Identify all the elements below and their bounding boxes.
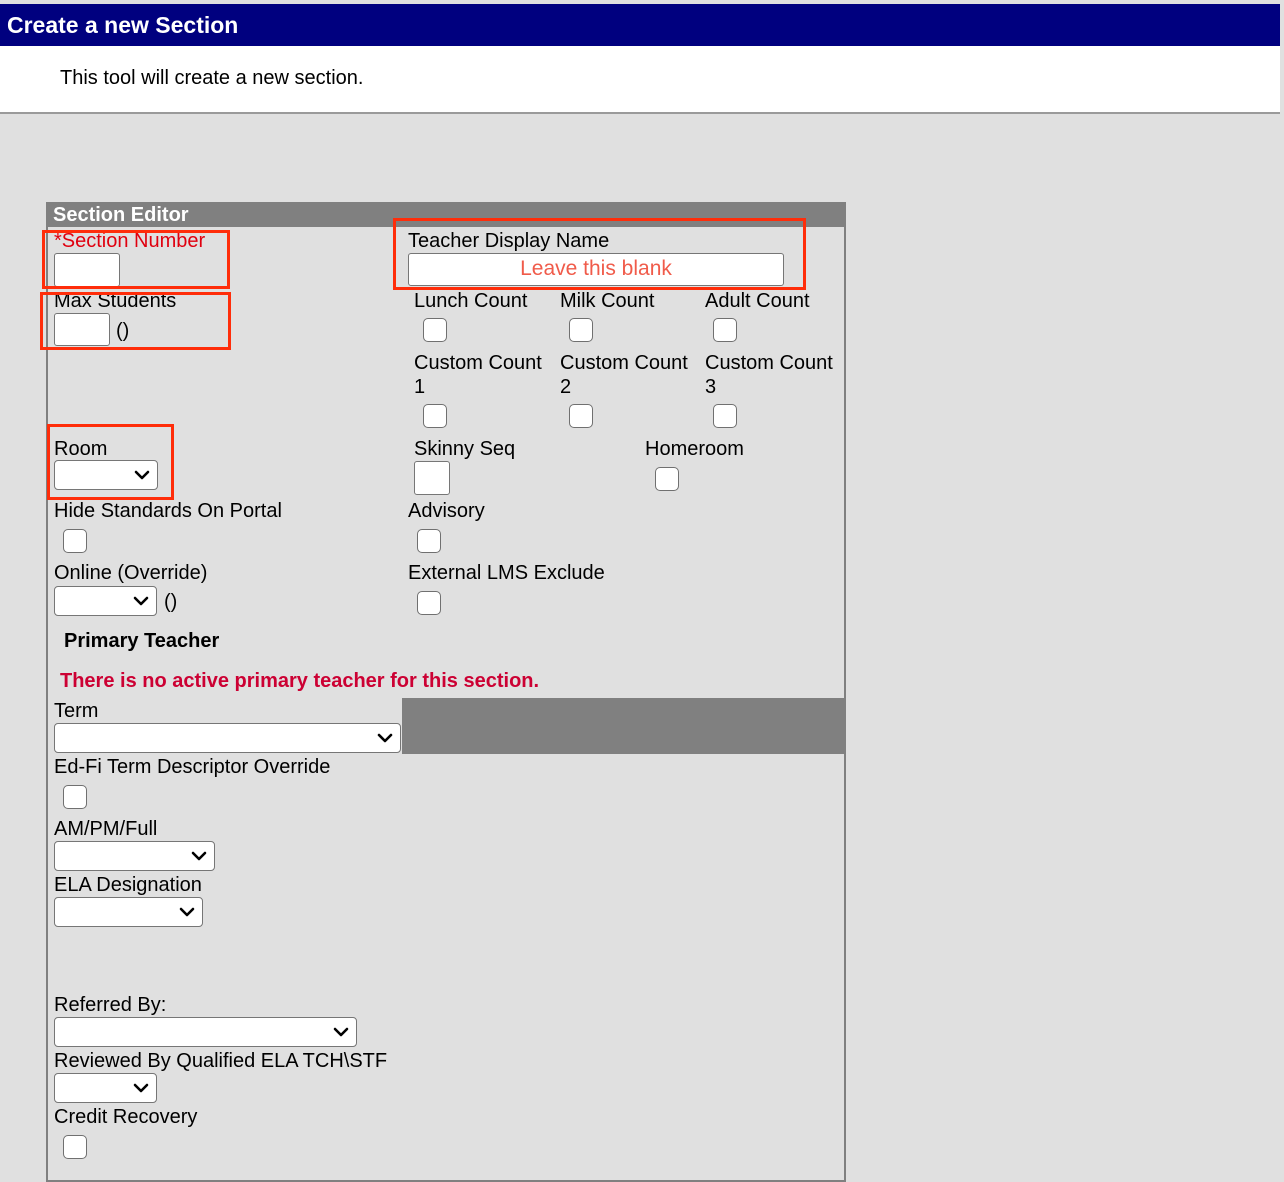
referred-by-select[interactable] — [54, 1017, 357, 1047]
annotation-box-room — [47, 424, 174, 500]
custom-count-1-checkbox[interactable] — [423, 404, 447, 428]
page-header: Create a new Section — [0, 4, 1280, 46]
hide-standards-label: Hide Standards On Portal — [54, 500, 282, 522]
am-pm-full-label: AM/PM/Full — [54, 818, 158, 840]
reviewed-by-select[interactable] — [54, 1073, 157, 1103]
ela-designation-label: ELA Designation — [54, 874, 202, 896]
am-pm-full-select[interactable] — [54, 841, 215, 871]
edfi-term-checkbox[interactable] — [63, 785, 87, 809]
no-primary-teacher-warning: There is no active primary teacher for t… — [60, 670, 540, 692]
external-lms-exclude-checkbox[interactable] — [417, 591, 441, 615]
custom-count-1-number: 1 — [414, 376, 426, 398]
intro-text: This tool will create a new section. — [60, 67, 364, 89]
hide-standards-checkbox[interactable] — [63, 529, 87, 553]
custom-count-3-checkbox[interactable] — [713, 404, 737, 428]
referred-by-label: Referred By: — [54, 994, 167, 1016]
online-override-select[interactable] — [54, 586, 157, 616]
intro-panel: This tool will create a new section. — [0, 46, 1280, 114]
custom-count-2-checkbox[interactable] — [569, 404, 593, 428]
reviewed-by-label: Reviewed By Qualified ELA TCH\STF — [54, 1050, 388, 1072]
credit-recovery-label: Credit Recovery — [54, 1106, 198, 1128]
adult-count-label: Adult Count — [705, 290, 810, 312]
chevron-down-icon — [133, 596, 149, 606]
homeroom-checkbox[interactable] — [655, 467, 679, 491]
chevron-down-icon — [179, 907, 195, 917]
term-label: Term — [54, 700, 99, 722]
chevron-down-icon — [191, 851, 207, 861]
advisory-label: Advisory — [408, 500, 485, 522]
custom-count-3-label: Custom Count — [705, 352, 833, 374]
chevron-down-icon — [133, 1083, 149, 1093]
homeroom-label: Homeroom — [645, 438, 744, 460]
online-override-suffix: () — [164, 591, 178, 613]
chevron-down-icon — [377, 733, 393, 743]
ela-designation-select[interactable] — [54, 897, 203, 927]
custom-count-2-number: 2 — [560, 376, 572, 398]
annotation-box-teacher-display-name — [393, 218, 806, 290]
primary-teacher-heading: Primary Teacher — [64, 630, 220, 652]
milk-count-label: Milk Count — [560, 290, 655, 312]
page-title: Create a new Section — [7, 12, 239, 38]
edfi-term-label: Ed-Fi Term Descriptor Override — [54, 756, 331, 778]
custom-count-3-number: 3 — [705, 376, 717, 398]
advisory-checkbox[interactable] — [417, 529, 441, 553]
term-gray-band — [402, 698, 844, 754]
annotation-box-section-number — [42, 230, 230, 289]
lunch-count-checkbox[interactable] — [423, 318, 447, 342]
external-lms-exclude-label: External LMS Exclude — [408, 562, 605, 584]
lunch-count-label: Lunch Count — [414, 290, 528, 312]
term-select[interactable] — [54, 723, 401, 753]
credit-recovery-checkbox[interactable] — [63, 1135, 87, 1159]
custom-count-2-label: Custom Count — [560, 352, 688, 374]
online-override-label: Online (Override) — [54, 562, 208, 584]
adult-count-checkbox[interactable] — [713, 318, 737, 342]
milk-count-checkbox[interactable] — [569, 318, 593, 342]
skinny-seq-input[interactable] — [414, 461, 450, 495]
chevron-down-icon — [333, 1027, 349, 1037]
skinny-seq-label: Skinny Seq — [414, 438, 516, 460]
annotation-box-max-students — [40, 292, 231, 350]
custom-count-1-label: Custom Count — [414, 352, 542, 374]
